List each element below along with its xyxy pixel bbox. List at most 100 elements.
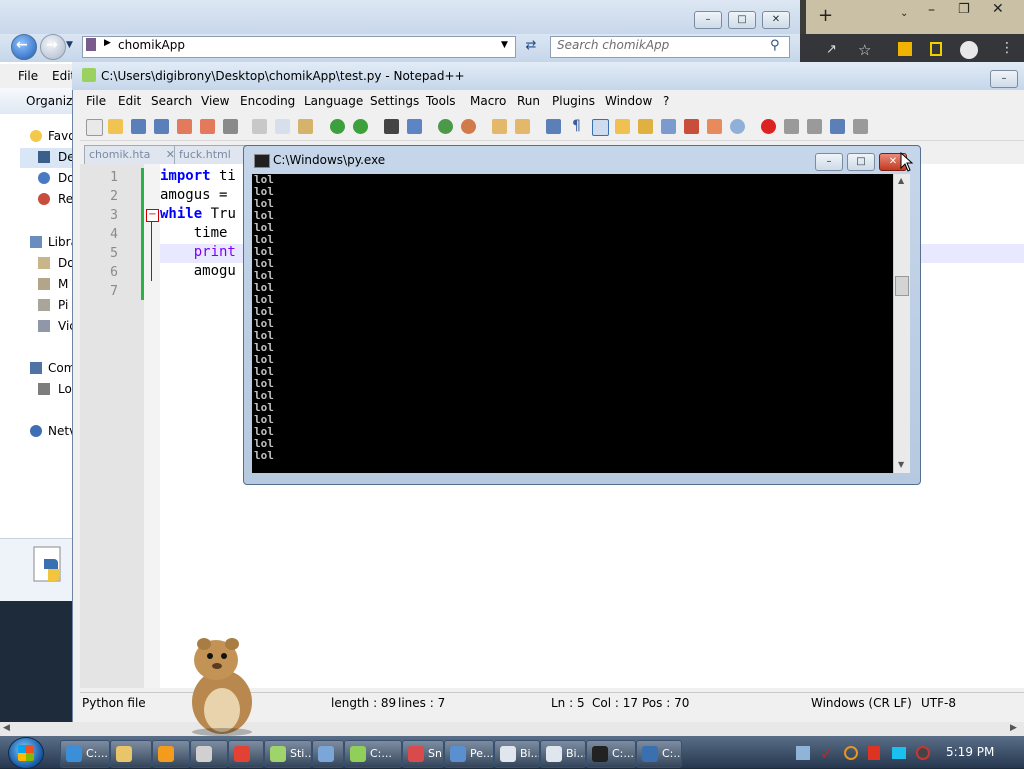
scroll-down-icon[interactable]: ▼ [898, 460, 904, 469]
run-macro-multiple-icon[interactable] [830, 119, 845, 134]
explorer-minimize-button[interactable]: – [694, 11, 722, 29]
record-macro-icon[interactable] [761, 119, 776, 134]
scroll-up-icon[interactable]: ▲ [898, 176, 904, 185]
copy-icon[interactable] [275, 119, 290, 134]
open-file-icon[interactable] [108, 119, 123, 134]
hamster-mascot[interactable] [182, 632, 262, 736]
taskbar-button[interactable]: C:... [60, 740, 110, 768]
preview-eye-icon[interactable] [730, 119, 745, 134]
menu-help[interactable]: ? [663, 94, 669, 108]
close-all-icon[interactable] [200, 119, 215, 134]
console-output[interactable] [252, 174, 893, 473]
console-minimize-button[interactable]: – [815, 153, 843, 171]
extensions-icon[interactable] [898, 42, 912, 56]
zoom-out-icon[interactable] [461, 119, 476, 134]
explorer-maximize-button[interactable]: □ [728, 11, 756, 29]
profile-avatar-icon[interactable] [960, 41, 978, 59]
taskbar-button[interactable]: C:... [586, 740, 636, 768]
scroll-thumb[interactable] [895, 276, 909, 296]
chrome-close-icon[interactable]: ✕ [992, 1, 1004, 17]
taskbar-button[interactable] [110, 740, 152, 768]
taskbar-button[interactable]: Pe... [444, 740, 494, 768]
save-icon[interactable] [131, 119, 146, 134]
new-file-icon[interactable] [86, 119, 103, 136]
taskbar-button[interactable]: C:... [636, 740, 682, 768]
console-scrollbar[interactable]: ▲ ▼ [894, 174, 910, 473]
cut-icon[interactable] [252, 119, 267, 134]
menu-window[interactable]: Window [605, 94, 652, 108]
chrome-menu-icon[interactable]: ⋮ [1000, 40, 1014, 56]
redo-icon[interactable] [353, 119, 368, 134]
taskbar-button[interactable] [190, 740, 228, 768]
start-button[interactable] [8, 737, 44, 769]
tray-display-icon[interactable] [892, 747, 906, 759]
taskbar-button[interactable]: Sti... [264, 740, 312, 768]
menu-view[interactable]: View [201, 94, 229, 108]
taskbar-button[interactable]: C:... [344, 740, 402, 768]
zoom-in-icon[interactable] [438, 119, 453, 134]
taskbar-button[interactable] [312, 740, 344, 768]
save-all-icon[interactable] [154, 119, 169, 134]
undo-icon[interactable] [330, 119, 345, 134]
share-icon[interactable]: ↗ [826, 42, 837, 57]
tab-fuck-html[interactable]: fuck.html [174, 145, 248, 165]
console-maximize-button[interactable]: □ [847, 153, 875, 171]
forward-button[interactable]: → [40, 34, 66, 60]
scroll-left-icon[interactable]: ◀ [3, 723, 10, 733]
menu-file[interactable]: File [18, 69, 38, 83]
menu-tools[interactable]: Tools [426, 94, 456, 108]
paste-icon[interactable] [298, 119, 313, 134]
address-dropdown-icon[interactable]: ▼ [501, 40, 508, 50]
back-button[interactable]: ← [11, 34, 37, 60]
sync-vertical-icon[interactable] [492, 119, 507, 134]
doc-map-icon[interactable] [638, 119, 653, 134]
tray-search-icon[interactable] [844, 746, 858, 760]
function-list-icon[interactable] [661, 119, 676, 134]
scroll-right-icon[interactable]: ▶ [1010, 723, 1017, 733]
chrome-minimize-icon[interactable]: – [928, 2, 935, 18]
indent-guide-icon[interactable] [592, 119, 609, 136]
chrome-restore-icon[interactable]: ❐ [958, 2, 970, 17]
fold-toggle-icon[interactable]: − [146, 209, 159, 222]
menu-plugins[interactable]: Plugins [552, 94, 595, 108]
save-macro-icon[interactable] [853, 119, 868, 134]
taskbar-button[interactable]: Bi... [540, 740, 586, 768]
tab-search-icon[interactable]: ⌄ [900, 8, 908, 19]
breadcrumb-chevron-icon[interactable]: ▶ [104, 38, 111, 48]
replace-icon[interactable] [407, 119, 422, 134]
find-icon[interactable] [384, 119, 399, 134]
menu-settings[interactable]: Settings [370, 94, 419, 108]
new-tab-icon[interactable]: + [818, 5, 833, 26]
refresh-button[interactable]: ⇄ [520, 36, 542, 56]
menu-encoding[interactable]: Encoding [240, 94, 295, 108]
monitoring-icon[interactable] [707, 119, 722, 134]
show-all-chars-icon[interactable]: ¶ [569, 119, 584, 134]
recent-pages-chevron-icon[interactable]: ▼ [66, 40, 73, 50]
tray-app-icon[interactable] [796, 746, 810, 760]
taskbar-button[interactable] [228, 740, 264, 768]
print-icon[interactable] [223, 119, 238, 134]
word-wrap-icon[interactable] [546, 119, 561, 134]
sync-horizontal-icon[interactable] [515, 119, 530, 134]
taskbar-button[interactable] [152, 740, 190, 768]
explorer-close-button[interactable]: ✕ [762, 11, 790, 29]
horizontal-scrollbar[interactable]: ◀ ▶ [0, 722, 1024, 736]
udl-icon[interactable] [615, 119, 630, 134]
side-panel-icon[interactable] [930, 42, 942, 56]
taskbar-button[interactable]: Sn... [402, 740, 444, 768]
menu-edit[interactable]: Edit [118, 94, 141, 108]
stop-macro-icon[interactable] [784, 119, 799, 134]
menu-run[interactable]: Run [517, 94, 540, 108]
tab-chomik-hta[interactable]: chomik.hta ✕ [84, 145, 180, 165]
taskbar-button[interactable]: Bi... [494, 740, 540, 768]
notepadpp-minimize-button[interactable]: – [990, 70, 1018, 88]
close-file-icon[interactable] [177, 119, 192, 134]
menu-macro[interactable]: Macro [470, 94, 506, 108]
tray-check-icon[interactable]: ✓ [820, 744, 833, 763]
tray-volume-icon[interactable] [916, 746, 930, 760]
bookmark-star-icon[interactable]: ☆ [858, 41, 871, 59]
menu-file[interactable]: File [86, 94, 106, 108]
taskbar-clock[interactable]: 5:19 PM [946, 745, 994, 759]
tray-flag-icon[interactable] [868, 746, 880, 760]
menu-search[interactable]: Search [151, 94, 192, 108]
